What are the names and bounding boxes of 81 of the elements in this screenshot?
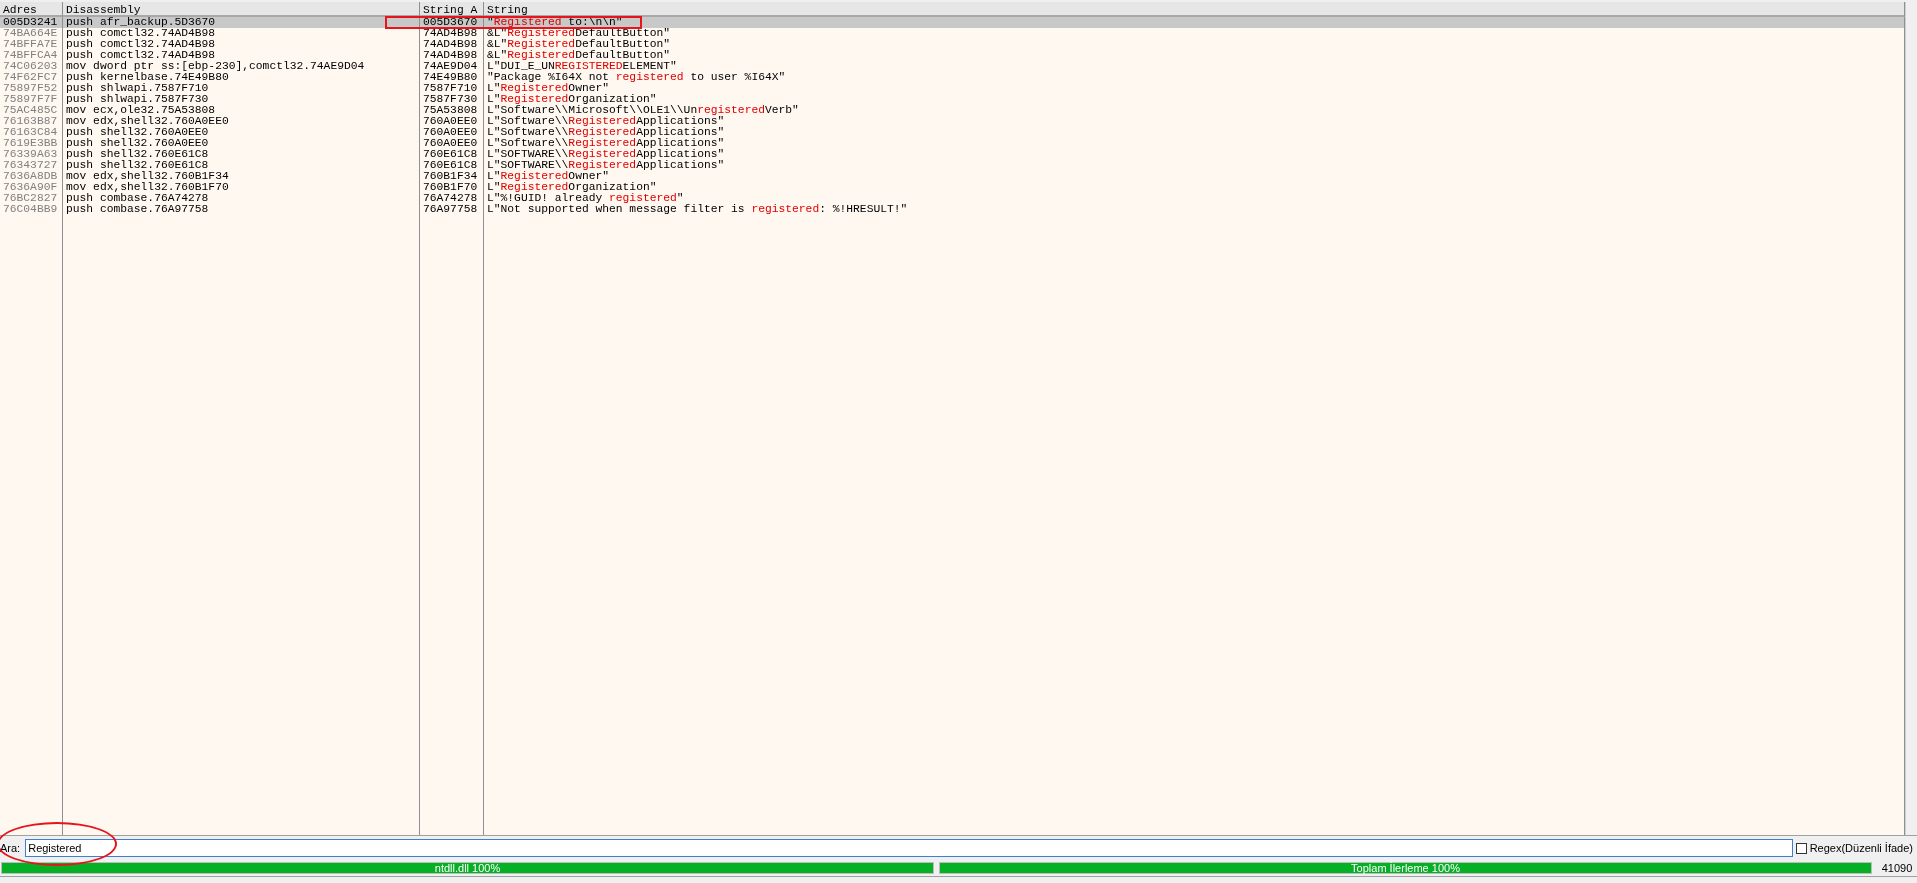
column-header[interactable]: String xyxy=(484,2,1905,17)
progress-label: Toplam İlerleme 100% xyxy=(1350,863,1461,873)
string-address-cell: 74AD4B98 xyxy=(420,28,484,39)
string-cell: &L"RegisteredDefaultButton" xyxy=(484,50,1905,61)
string-address-cell: 760B1F34 xyxy=(420,171,484,182)
disassembly-cell: push combase.76A74278 xyxy=(63,193,420,204)
search-label: Ara: xyxy=(0,842,21,854)
string-address-cell: 760B1F70 xyxy=(420,182,484,193)
column-header[interactable]: Adres xyxy=(0,2,63,17)
string-cell: L"Software\\RegisteredApplications" xyxy=(484,116,1905,127)
disassembly-cell: mov edx,shell32.760B1F70 xyxy=(63,182,420,193)
progress-label: ntdll.dll 100% xyxy=(433,863,502,873)
string-cell: L"Software\\RegisteredApplications" xyxy=(484,138,1905,149)
disassembly-cell: push shell32.760A0EE0 xyxy=(63,127,420,138)
address-cell: 74BA664E xyxy=(0,28,63,39)
disassembly-cell: push comctl32.74AD4B98 xyxy=(63,28,420,39)
search-field[interactable]: Registered xyxy=(25,839,1793,857)
address-cell: 76343727 xyxy=(0,160,63,171)
address-cell: 74BFFA7E xyxy=(0,39,63,50)
disassembly-cell: push shlwapi.7587F730 xyxy=(63,94,420,105)
scrollbar[interactable] xyxy=(1905,2,1917,835)
string-cell: &L"RegisteredDefaultButton" xyxy=(484,39,1905,50)
disassembly-cell: mov edx,shell32.760A0EE0 xyxy=(63,116,420,127)
string-address-cell: 74AE9D04 xyxy=(420,61,484,72)
address-cell: 76339A63 xyxy=(0,149,63,160)
string-address-cell: 75A53808 xyxy=(420,105,484,116)
string-cell: L"RegisteredOrganization" xyxy=(484,94,1905,105)
disassembly-cell: mov ecx,ole32.75A53808 xyxy=(63,105,420,116)
string-cell: L"SOFTWARE\\RegisteredApplications" xyxy=(484,160,1905,171)
string-cell: L"RegisteredOrganization" xyxy=(484,182,1905,193)
string-cell: L"Software\\RegisteredApplications" xyxy=(484,127,1905,138)
address-cell: 7619E3BB xyxy=(0,138,63,149)
address-cell: 76163B87 xyxy=(0,116,63,127)
string-cell: L"SOFTWARE\\RegisteredApplications" xyxy=(484,149,1905,160)
string-address-cell: 74E49B80 xyxy=(420,72,484,83)
disassembly-cell: mov dword ptr ss:[ebp-230],comctl32.74AE9D04 xyxy=(63,61,420,72)
string-cell: L"RegisteredOwner" xyxy=(484,83,1905,94)
string-address-cell: 7587F730 xyxy=(420,94,484,105)
disassembly-cell: push comctl32.74AD4B98 xyxy=(63,50,420,61)
string-address-cell: 7587F710 xyxy=(420,83,484,94)
string-cell: L"Not supported when message filter is registered: %!HRESULT!" xyxy=(484,204,1905,215)
string-address-cell: 760A0EE0 xyxy=(420,138,484,149)
string-address-cell: 76A74278 xyxy=(420,193,484,204)
string-address-cell: 76A97758 xyxy=(420,204,484,215)
regex-checkbox[interactable] xyxy=(1795,842,1807,854)
string-cell: "Package %I64X not registered to user %I64X" xyxy=(484,72,1905,83)
address-cell: 75897F7F xyxy=(0,94,63,105)
disassembly-cell: push shlwapi.7587F710 xyxy=(63,83,420,94)
string-address-cell: 74AD4B98 xyxy=(420,50,484,61)
column-header[interactable]: Disassembly xyxy=(63,2,420,17)
address-cell: 74BFFCA4 xyxy=(0,50,63,61)
address-cell: 7636A90F xyxy=(0,182,63,193)
string-address-cell: 005D3670 xyxy=(420,17,484,28)
address-cell: 74C06203 xyxy=(0,61,63,72)
disassembly-cell: push shell32.760A0EE0 xyxy=(63,138,420,149)
string-address-cell: 74AD4B98 xyxy=(420,39,484,50)
result-count: 41090 xyxy=(1880,862,1914,874)
disassembly-cell: push afr_backup.5D3670 xyxy=(63,17,420,28)
disassembly-cell: push combase.76A97758 xyxy=(63,204,420,215)
string-cell: L"Software\\Microsoft\\OLE1\\UnregisteredVerb" xyxy=(484,105,1905,116)
string-cell: L"DUI_E_UNREGISTEREDELEMENT" xyxy=(484,61,1905,72)
disassembly-cell: mov edx,shell32.760B1F34 xyxy=(63,171,420,182)
disassembly-cell: push shell32.760E61C8 xyxy=(63,149,420,160)
address-cell: 74F62FC7 xyxy=(0,72,63,83)
address-cell: 7636A8DB xyxy=(0,171,63,182)
string-cell: L"RegisteredOwner" xyxy=(484,171,1905,182)
string-address-cell: 760A0EE0 xyxy=(420,116,484,127)
address-cell: 75AC485C xyxy=(0,105,63,116)
address-cell: 76163C84 xyxy=(0,127,63,138)
address-cell: 76BC2827 xyxy=(0,193,63,204)
address-cell: 76C04BB9 xyxy=(0,204,63,215)
disassembly-cell: push comctl32.74AD4B98 xyxy=(63,39,420,50)
disassembly-cell: push kernelbase.74E49B80 xyxy=(63,72,420,83)
string-address-cell: 760A0EE0 xyxy=(420,127,484,138)
string-cell: L"%!GUID! already registered" xyxy=(484,193,1905,204)
regex-label: Regex(Düzenli İfade) xyxy=(1809,842,1913,854)
address-cell: 005D3241 xyxy=(0,17,63,28)
string-address-cell: 760E61C8 xyxy=(420,160,484,171)
string-address-cell: 760E61C8 xyxy=(420,149,484,160)
address-cell: 75897F52 xyxy=(0,83,63,94)
disassembly-cell: push shell32.760E61C8 xyxy=(63,160,420,171)
